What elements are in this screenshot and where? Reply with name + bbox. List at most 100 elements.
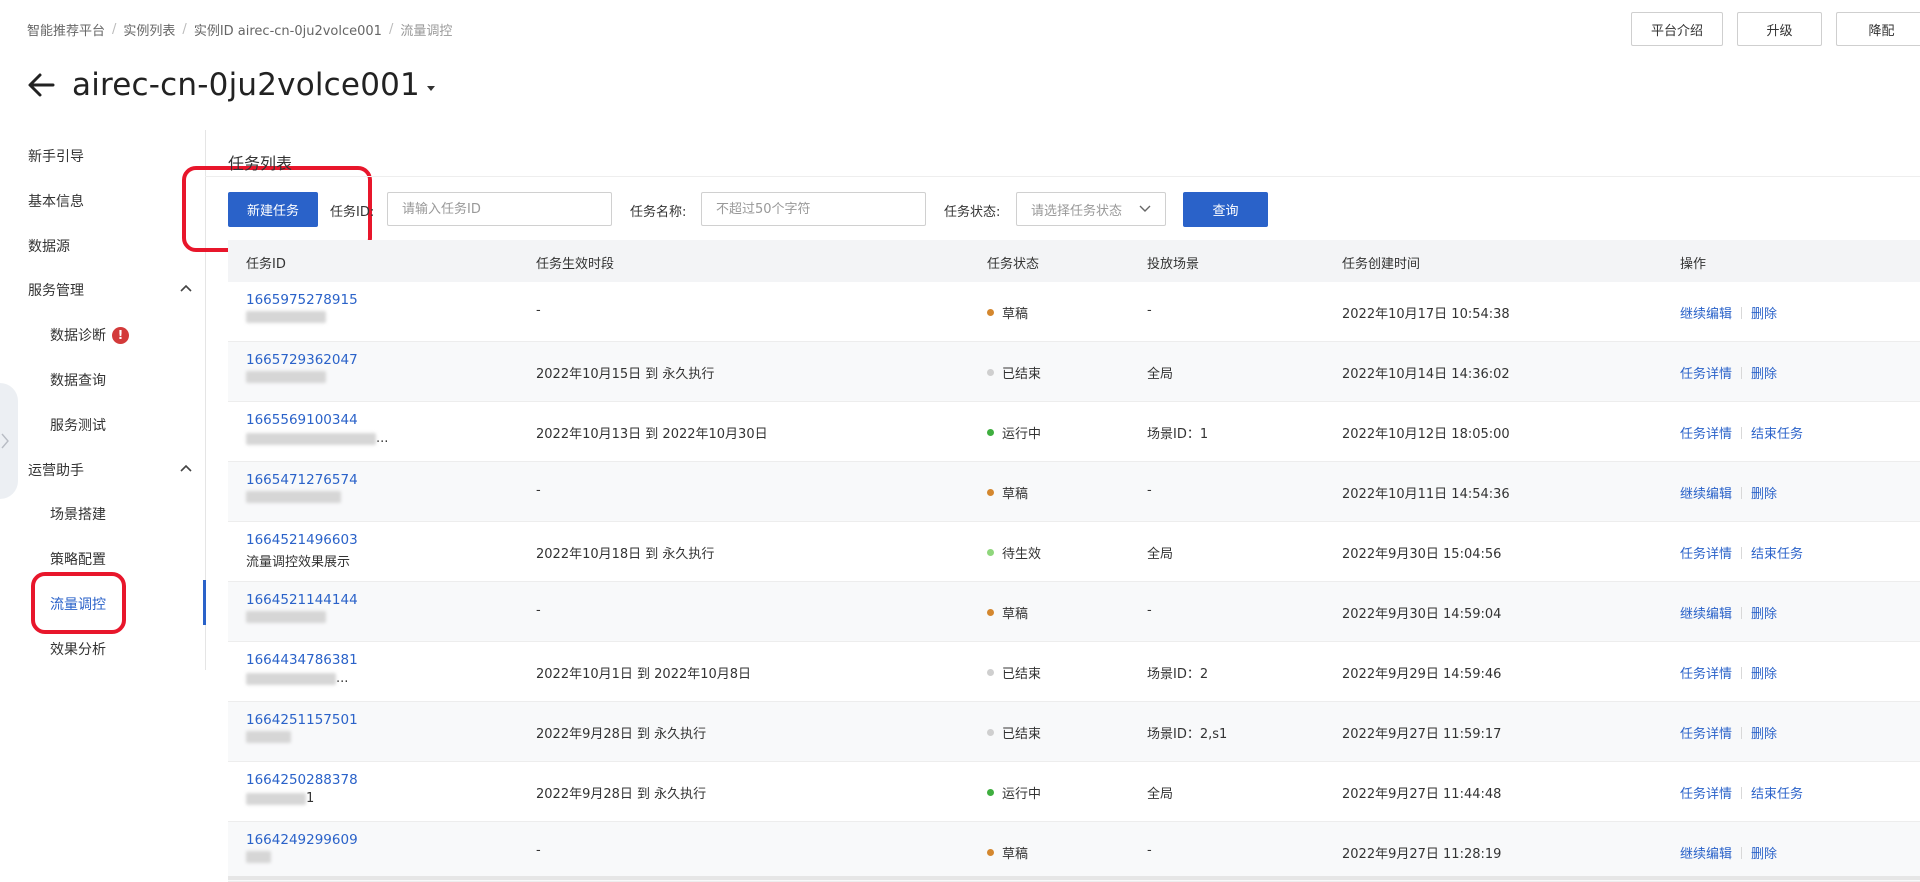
operation-link[interactable]: 继续编辑 [1680,603,1732,622]
table-header: 任务ID 任务生效时段 任务状态 投放场景 任务创建时间 操作 [228,240,1920,282]
status-text: 已结束 [1002,367,1042,382]
operation-link[interactable]: 任务详情 [1680,783,1732,802]
period-cell: - [536,843,541,858]
downgrade-button[interactable]: 降配 [1836,12,1920,46]
operation-separator [1741,366,1743,379]
task-id-link[interactable]: 1665471276574 [246,472,358,488]
task-id-link[interactable]: 1664521496603 [246,532,358,548]
operations-cell: 任务详情 删除 [1680,363,1777,382]
table-row[interactable]: 1664521496603 流量调控效果展示 2022年10月18日 到 永久执… [228,522,1920,582]
operation-separator [1741,486,1743,499]
status-dot-icon [987,309,994,316]
chevron-up-icon[interactable] [179,461,193,475]
sidebar-item-label: 场景搭建 [50,507,106,523]
operation-link[interactable]: 结束任务 [1751,423,1803,442]
scene-cell: - [1147,843,1152,858]
operation-link[interactable]: 删除 [1751,363,1777,382]
column-header: 操作 [1680,257,1707,272]
new-task-button[interactable]: 新建任务 [228,192,318,227]
operation-link[interactable]: 删除 [1751,303,1777,322]
table-row[interactable]: 1664250288378 1 2022年9月28日 到 永久执行 运行中 全局… [228,762,1920,822]
operation-link[interactable]: 删除 [1751,843,1777,862]
operation-link[interactable]: 删除 [1751,603,1777,622]
sidebar-item-label: 数据诊断 [50,328,106,344]
status-text: 草稿 [1002,847,1029,862]
task-name: ... [246,671,358,686]
breadcrumb-platform[interactable]: 智能推荐平台 [27,20,105,39]
operation-link[interactable]: 任务详情 [1680,543,1732,562]
sidebar-group-service-management[interactable]: 服务管理 [28,280,198,300]
task-id-link[interactable]: 1664251157501 [246,712,358,728]
sidebar-item-label: 效果分析 [50,642,106,658]
task-name-text: 流量调控效果展示 [246,555,351,570]
operation-link[interactable]: 删除 [1751,663,1777,682]
status-cell: 草稿 [987,483,1028,502]
task-id-link[interactable]: 1664521144144 [246,592,358,608]
operation-separator [1741,726,1743,739]
task-id-link[interactable]: 1664250288378 [246,772,358,788]
task-id-cell: 1664250288378 1 [246,772,358,806]
horizontal-scrollbar[interactable] [228,876,1920,880]
task-id-link[interactable]: 1665569100344 [246,412,388,428]
breadcrumb-instance-id[interactable]: 实例ID airec-cn-0ju2volce001 [194,20,382,39]
created-time-cell: 2022年10月12日 18:05:00 [1342,427,1510,442]
task-status-select[interactable]: 请选择任务状态 [1016,192,1166,226]
redacted-text [246,371,326,383]
table-row[interactable]: 1665729362047 2022年10月15日 到 永久执行 已结束 全局 … [228,342,1920,402]
column-header: 任务生效时段 [536,257,615,272]
platform-intro-button[interactable]: 平台介绍 [1631,12,1723,46]
status-text: 草稿 [1002,487,1029,502]
table-row[interactable]: 1665975278915 - 草稿 - 2022年10月17日 10:54:3… [228,282,1920,342]
task-id-input[interactable] [387,192,612,226]
task-id-link[interactable]: 1664249299609 [246,832,358,848]
table-row[interactable]: 1665569100344 ... 2022年10月13日 到 2022年10月… [228,402,1920,462]
query-button[interactable]: 查询 [1183,192,1268,227]
sidebar-item-datasource[interactable]: 数据源 [28,236,70,256]
caret-down-icon[interactable] [426,83,436,93]
sidebar-item-effect-analysis[interactable]: 效果分析 [50,639,106,659]
status-dot-icon [987,669,994,676]
table-row[interactable]: 1665471276574 - 草稿 - 2022年10月11日 14:54:3… [228,462,1920,522]
operation-link[interactable]: 继续编辑 [1680,483,1732,502]
back-arrow-icon[interactable] [26,70,56,100]
table-row[interactable]: 1664434786381 ... 2022年10月1日 到 2022年10月8… [228,642,1920,702]
task-id-link[interactable]: 1665729362047 [246,352,358,368]
chevron-up-icon[interactable] [179,281,193,295]
redacted-text [246,792,306,805]
task-id-label: 任务ID: [330,205,375,220]
operation-link[interactable]: 任务详情 [1680,723,1732,742]
operation-link[interactable]: 结束任务 [1751,783,1803,802]
status-cell: 已结束 [987,663,1041,682]
sidebar-collapse-handle[interactable] [0,383,18,499]
table-row[interactable]: 1664249299609 - 草稿 - 2022年9月27日 11:28:19… [228,822,1920,882]
status-dot-icon [987,849,994,856]
redacted-text [246,432,376,445]
sidebar-item-scene-build[interactable]: 场景搭建 [50,504,106,524]
sidebar-item-data-diagnosis[interactable]: 数据诊断 ! [50,325,129,345]
task-name [246,851,358,863]
table-row[interactable]: 1664251157501 2022年9月28日 到 永久执行 已结束 场景ID… [228,702,1920,762]
operation-link[interactable]: 继续编辑 [1680,843,1732,862]
created-time-cell: 2022年9月27日 11:59:17 [1342,727,1502,742]
sidebar-item-service-test[interactable]: 服务测试 [50,415,106,435]
table-body: 1665975278915 - 草稿 - 2022年10月17日 10:54:3… [228,282,1920,882]
upgrade-button[interactable]: 升级 [1737,12,1822,46]
sidebar-item-basic-info[interactable]: 基本信息 [28,191,84,211]
operation-link[interactable]: 任务详情 [1680,663,1732,682]
operation-link[interactable]: 删除 [1751,483,1777,502]
operation-link[interactable]: 任务详情 [1680,363,1732,382]
task-name-input[interactable] [701,192,926,226]
redacted-text [246,672,336,685]
sidebar-group-operations-assistant[interactable]: 运营助手 [28,460,198,480]
operation-link[interactable]: 任务详情 [1680,423,1732,442]
sidebar-item-data-query[interactable]: 数据查询 [50,370,106,390]
operation-link[interactable]: 继续编辑 [1680,303,1732,322]
task-id-link[interactable]: 1665975278915 [246,292,358,308]
sidebar-item-onboarding[interactable]: 新手引导 [28,146,84,166]
operation-link[interactable]: 结束任务 [1751,543,1803,562]
operation-link[interactable]: 删除 [1751,723,1777,742]
task-id-link[interactable]: 1664434786381 [246,652,358,668]
sidebar-item-strategy-config[interactable]: 策略配置 [50,549,106,569]
breadcrumb-instance-list[interactable]: 实例列表 [123,20,175,39]
table-row[interactable]: 1664521144144 - 草稿 - 2022年9月30日 14:59:04… [228,582,1920,642]
